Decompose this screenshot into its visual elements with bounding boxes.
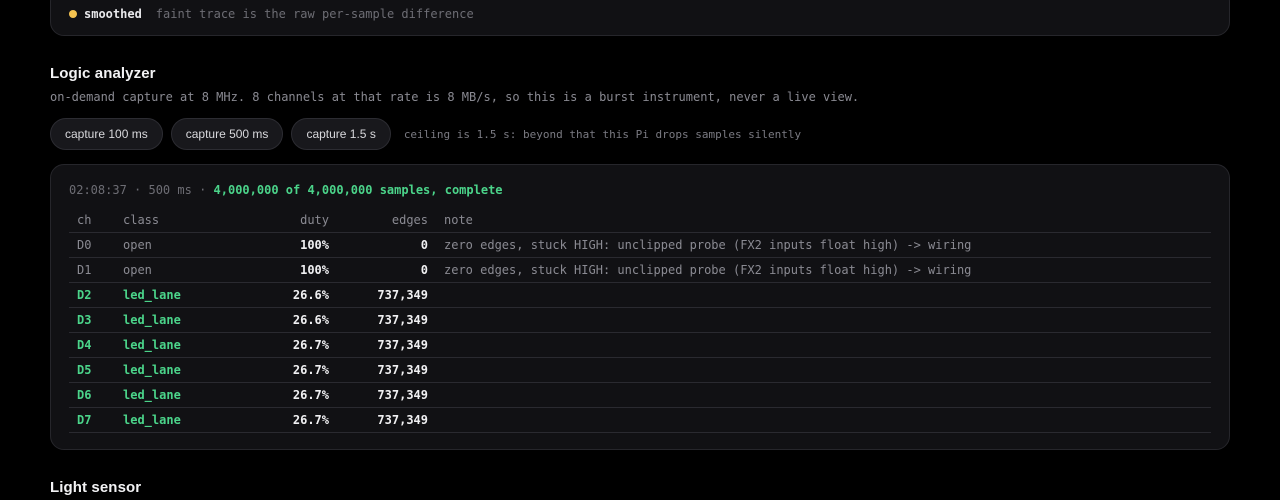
meta-separator: · <box>134 183 149 197</box>
cell-edges: 0 <box>337 257 436 283</box>
capture-time: 02:08:37 <box>69 183 127 197</box>
cell-duty: 100% <box>231 232 337 258</box>
capture-500ms-button[interactable]: capture 500 ms <box>170 118 284 150</box>
cell-ch: D7 <box>69 407 115 433</box>
cell-duty: 100% <box>231 257 337 283</box>
header-edges: edges <box>337 208 436 233</box>
legend-row: smoothed faint trace is the raw per-samp… <box>69 6 474 22</box>
cell-class: led_lane <box>115 332 231 358</box>
capture-button-row: capture 100 ms capture 500 ms capture 1.… <box>50 118 801 150</box>
cell-note: zero edges, stuck HIGH: unclipped probe … <box>436 232 1211 258</box>
cell-class: open <box>115 232 231 258</box>
cell-duty: 26.7% <box>231 357 337 383</box>
table-row: D1 open 100% 0 zero edges, stuck HIGH: u… <box>69 257 1211 283</box>
header-note: note <box>436 208 1211 233</box>
samples-status: 4,000,000 of 4,000,000 samples, complete <box>213 183 503 197</box>
header-duty: duty <box>231 208 337 233</box>
cell-class: led_lane <box>115 407 231 433</box>
cell-note <box>436 357 1211 383</box>
cell-ch: D1 <box>69 257 115 283</box>
cell-duty: 26.6% <box>231 307 337 333</box>
cell-class: led_lane <box>115 382 231 408</box>
cell-note <box>436 332 1211 358</box>
cell-edges: 0 <box>337 232 436 258</box>
table-row: D4 led_lane 26.7% 737,349 <box>69 332 1211 358</box>
table-row: D2 led_lane 26.6% 737,349 <box>69 282 1211 308</box>
cell-edges: 737,349 <box>337 307 436 333</box>
cell-edges: 737,349 <box>337 382 436 408</box>
cell-note <box>436 407 1211 433</box>
cell-class: led_lane <box>115 282 231 308</box>
cell-note <box>436 382 1211 408</box>
header-ch: ch <box>69 208 115 233</box>
ceiling-note: ceiling is 1.5 s: beyond that this Pi dr… <box>403 127 802 141</box>
table-row: D3 led_lane 26.6% 737,349 <box>69 307 1211 333</box>
capture-100ms-button[interactable]: capture 100 ms <box>50 118 163 150</box>
cell-ch: D4 <box>69 332 115 358</box>
cell-class: led_lane <box>115 307 231 333</box>
cell-edges: 737,349 <box>337 357 436 383</box>
capture-meta: 02:08:37 · 500 ms · 4,000,000 of 4,000,0… <box>69 183 503 197</box>
cell-ch: D2 <box>69 282 115 308</box>
cell-note <box>436 282 1211 308</box>
cell-edges: 737,349 <box>337 332 436 358</box>
cell-ch: D6 <box>69 382 115 408</box>
table-row: D6 led_lane 26.7% 737,349 <box>69 382 1211 408</box>
cell-class: open <box>115 257 231 283</box>
cell-ch: D5 <box>69 357 115 383</box>
smoothed-dot-icon <box>69 10 77 18</box>
channel-table: ch class duty edges note D0 open 100% 0 … <box>69 208 1211 433</box>
logic-analyzer-title: Logic analyzer <box>50 65 156 82</box>
capture-result-card: 02:08:37 · 500 ms · 4,000,000 of 4,000,0… <box>50 164 1230 450</box>
table-row: D7 led_lane 26.7% 737,349 <box>69 407 1211 433</box>
cell-duty: 26.7% <box>231 332 337 358</box>
cell-edges: 737,349 <box>337 282 436 308</box>
table-row: D0 open 100% 0 zero edges, stuck HIGH: u… <box>69 232 1211 258</box>
trace-legend-card: smoothed faint trace is the raw per-samp… <box>50 0 1230 36</box>
meta-separator: · <box>199 183 214 197</box>
cell-ch: D0 <box>69 232 115 258</box>
table-row: D5 led_lane 26.7% 737,349 <box>69 357 1211 383</box>
legend-note: faint trace is the raw per-sample differ… <box>155 7 474 21</box>
capture-duration: 500 ms <box>148 183 192 197</box>
logic-analyzer-description: on-demand capture at 8 MHz. 8 channels a… <box>50 90 860 104</box>
cell-duty: 26.7% <box>231 407 337 433</box>
table-header-row: ch class duty edges note <box>69 208 1211 233</box>
cell-duty: 26.6% <box>231 282 337 308</box>
cell-class: led_lane <box>115 357 231 383</box>
cell-ch: D3 <box>69 307 115 333</box>
header-class: class <box>115 208 231 233</box>
cell-duty: 26.7% <box>231 382 337 408</box>
cell-note: zero edges, stuck HIGH: unclipped probe … <box>436 257 1211 283</box>
capture-1-5s-button[interactable]: capture 1.5 s <box>291 118 391 150</box>
cell-edges: 737,349 <box>337 407 436 433</box>
cell-note <box>436 307 1211 333</box>
light-sensor-title: Light sensor <box>50 479 142 496</box>
legend-label: smoothed <box>84 7 142 21</box>
